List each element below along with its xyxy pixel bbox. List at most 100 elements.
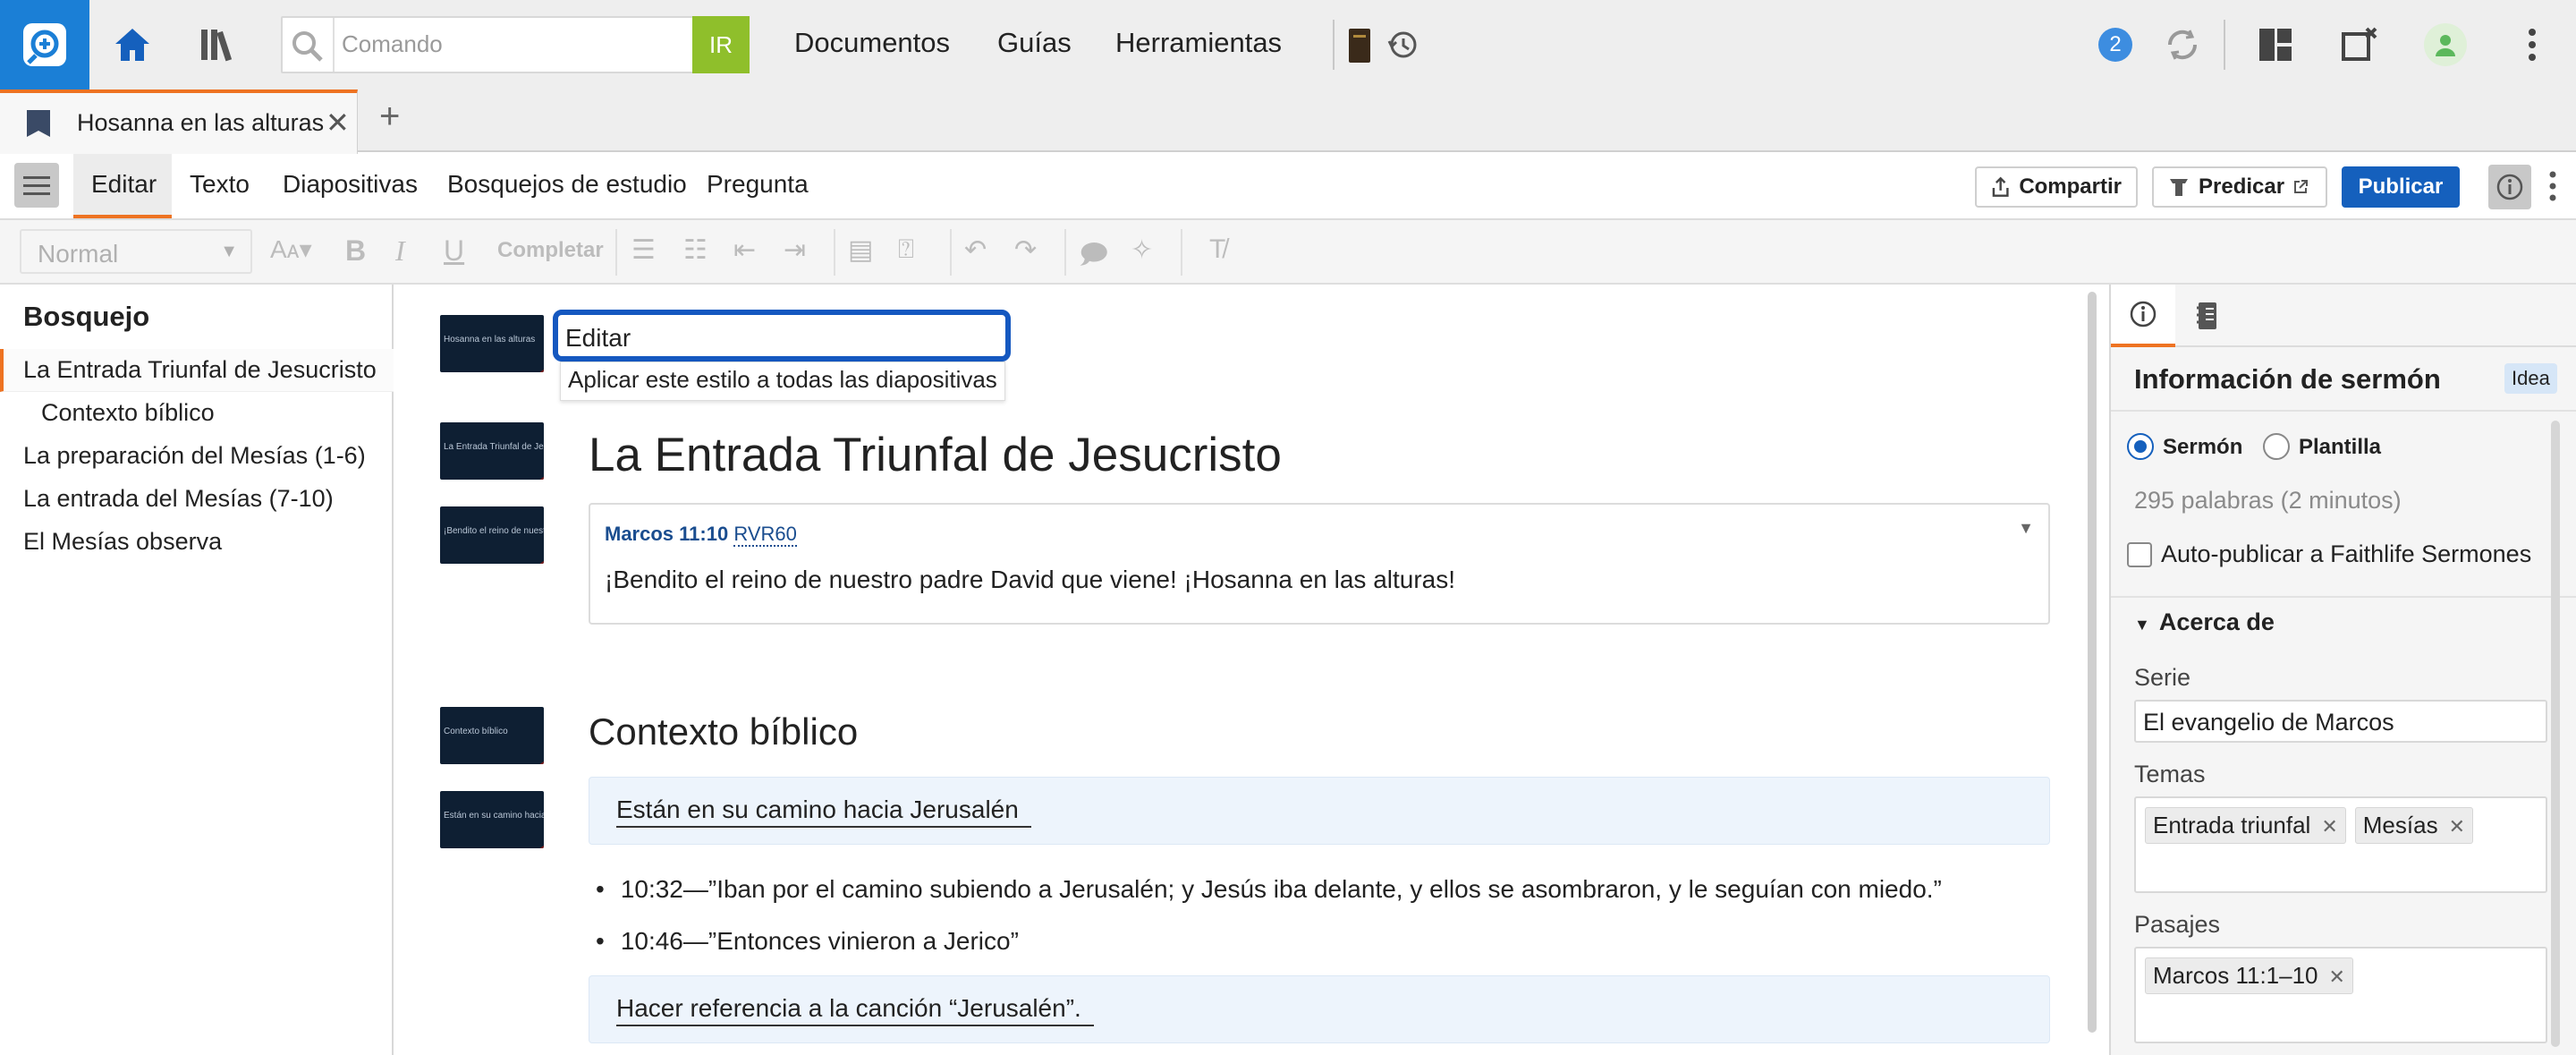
- list-item[interactable]: • 10:32—”Iban por el camino subiendo a Je…: [596, 875, 1942, 904]
- autopublish-label[interactable]: Auto-publicar a Faithlife Sermones: [2161, 540, 2531, 568]
- command-search[interactable]: Comando IR: [281, 16, 750, 73]
- scripture-reference[interactable]: Marcos 11:10 RVR60: [605, 523, 797, 547]
- topic-tag[interactable]: Entrada triunfal ✕: [2145, 807, 2346, 844]
- outline-item[interactable]: La entrada del Mesías (7-10): [23, 485, 334, 513]
- outline-item[interactable]: La preparación del Mesías (1-6): [23, 442, 366, 470]
- slide-thumbnail[interactable]: Están en su camino hacia Jerusalén: [440, 791, 544, 848]
- sync-icon[interactable]: [2161, 23, 2204, 66]
- list-item[interactable]: • 10:46—”Entonces vinieron a Jerico”: [596, 927, 1019, 956]
- info-icon: [2130, 301, 2157, 328]
- book-icon[interactable]: [1347, 27, 1372, 64]
- menu-editar[interactable]: Editar: [91, 170, 157, 199]
- scripture-block[interactable]: Marcos 11:10 RVR60 ▼ ¡Bendito el reino d…: [589, 503, 2050, 625]
- panel-more-icon[interactable]: [2542, 168, 2563, 204]
- notifications-badge[interactable]: 2: [2098, 28, 2132, 62]
- add-tab-icon[interactable]: +: [379, 97, 400, 137]
- remove-tag-icon[interactable]: ✕: [2329, 966, 2345, 988]
- list-item-text[interactable]: 10:32—”Iban por el camino subiendo a Jer…: [621, 875, 1942, 903]
- bullet-list-icon[interactable]: ☰: [631, 234, 656, 266]
- editor-scrollbar[interactable]: [2088, 292, 2097, 1033]
- radio-template[interactable]: [2263, 433, 2290, 460]
- highlight-point[interactable]: Están en su camino hacia Jerusalén: [589, 777, 2050, 845]
- series-field[interactable]: El evangelio de Marcos: [2134, 700, 2547, 743]
- publish-button[interactable]: Publicar: [2342, 166, 2460, 208]
- tab-notes[interactable]: [2175, 285, 2240, 347]
- nav-herramientas[interactable]: Herramientas: [1115, 27, 1282, 59]
- info-icon[interactable]: [2488, 165, 2531, 209]
- slide-thumbnail[interactable]: ¡Bendito el reino de nuestro padre: [440, 506, 544, 564]
- underline-icon[interactable]: U: [444, 234, 464, 268]
- nav-documentos[interactable]: Documentos: [794, 27, 950, 59]
- undo-icon[interactable]: ↶: [964, 234, 987, 266]
- paragraph-style-select[interactable]: Normal ▼: [20, 229, 252, 274]
- slide-thumbnail[interactable]: Hosanna en las alturas: [440, 315, 544, 372]
- layout-icon[interactable]: [2256, 25, 2295, 64]
- redo-icon[interactable]: ↷: [1014, 234, 1037, 266]
- outline-item[interactable]: Contexto bíblico: [41, 399, 215, 427]
- panel-scrollbar[interactable]: [2551, 421, 2560, 1047]
- close-panels-icon[interactable]: [2338, 23, 2381, 66]
- preach-button[interactable]: Predicar: [2152, 166, 2327, 208]
- radio-sermon[interactable]: [2127, 433, 2154, 460]
- library-icon[interactable]: [195, 23, 242, 66]
- font-size-icon[interactable]: Aᴀ▾: [270, 234, 312, 264]
- topic-tag[interactable]: Mesías ✕: [2354, 807, 2474, 844]
- complete-button[interactable]: Completar: [497, 238, 604, 263]
- outdent-icon[interactable]: ⇤: [733, 234, 756, 266]
- search-input[interactable]: Comando: [342, 30, 443, 58]
- menu-pregunta[interactable]: Pregunta: [707, 170, 809, 199]
- history-icon[interactable]: [1385, 27, 1420, 63]
- numbered-list-icon[interactable]: ☷: [683, 234, 708, 266]
- highlight-text[interactable]: Hacer referencia a la canción “Jerusalén…: [616, 994, 1094, 1026]
- user-avatar-icon[interactable]: [2424, 23, 2467, 66]
- menu-diapositivas[interactable]: Diapositivas: [283, 170, 418, 199]
- topics-field[interactable]: Entrada triunfal ✕ Mesías ✕: [2134, 796, 2547, 893]
- slide-thumb-text: La Entrada Triunfal de Jesucristo: [444, 442, 544, 452]
- idea-badge[interactable]: Idea: [2504, 363, 2557, 394]
- chevron-down-icon[interactable]: ▼: [2018, 519, 2034, 538]
- add-slide-icon[interactable]: ✧: [1131, 234, 1153, 266]
- section-heading[interactable]: La Entrada Triunfal de Jesucristo: [589, 428, 1282, 482]
- logos-logo-icon[interactable]: [0, 0, 89, 89]
- indent-icon[interactable]: ⇥: [784, 234, 806, 266]
- more-menu-icon[interactable]: [2519, 25, 2546, 64]
- clear-format-icon[interactable]: T̸: [1209, 234, 1225, 265]
- remove-tag-icon[interactable]: ✕: [2449, 815, 2465, 838]
- tab-info[interactable]: [2111, 285, 2175, 347]
- slide-thumbnail[interactable]: Contexto bíblico: [440, 707, 544, 764]
- remove-tag-icon[interactable]: ✕: [2321, 815, 2337, 838]
- slide-title-input[interactable]: Editar: [553, 310, 1011, 362]
- menu-bosquejos[interactable]: Bosquejos de estudio: [447, 170, 687, 199]
- go-button[interactable]: IR: [692, 16, 750, 73]
- autopublish-checkbox[interactable]: [2127, 542, 2152, 567]
- italic-icon[interactable]: I: [395, 234, 405, 268]
- hamburger-icon[interactable]: [14, 163, 59, 208]
- highlight-text[interactable]: Están en su camino hacia Jerusalén: [616, 796, 1031, 828]
- apply-style-option[interactable]: Aplicar este estilo a todas las diaposit…: [560, 362, 1005, 401]
- list-item-text[interactable]: 10:46—”Entonces vinieron a Jerico”: [621, 927, 1019, 955]
- menu-texto[interactable]: Texto: [190, 170, 250, 199]
- block-icon[interactable]: ▤: [848, 234, 873, 266]
- verse-text[interactable]: ¡Bendito el reino de nuestro padre David…: [605, 566, 1455, 594]
- question-block-icon[interactable]: ⍰: [898, 234, 914, 265]
- passages-field[interactable]: Marcos 11:1–10 ✕: [2134, 947, 2547, 1043]
- nav-guias[interactable]: Guías: [997, 27, 1072, 59]
- verse-ref[interactable]: Marcos 11:10: [605, 523, 728, 545]
- bold-icon[interactable]: B: [345, 234, 366, 268]
- home-icon[interactable]: [109, 23, 156, 66]
- close-icon[interactable]: ✕: [326, 106, 350, 140]
- radio-template-label[interactable]: Plantilla: [2299, 435, 2381, 460]
- passage-tag[interactable]: Marcos 11:1–10 ✕: [2145, 957, 2353, 994]
- outline-item[interactable]: La Entrada Triunfal de Jesucristo: [23, 356, 377, 384]
- document-tab[interactable]: Hosanna en las alturas ✕: [0, 89, 358, 154]
- slide-thumb-text: Están en su camino hacia Jerusalén: [444, 811, 544, 821]
- outline-item[interactable]: El Mesías observa: [23, 528, 222, 556]
- share-button[interactable]: Compartir: [1975, 166, 2138, 208]
- add-comment-icon[interactable]: 🗩: [1079, 234, 1108, 280]
- slide-thumbnail[interactable]: La Entrada Triunfal de Jesucristo: [440, 422, 544, 480]
- section-heading[interactable]: Contexto bíblico: [589, 710, 858, 753]
- highlight-point[interactable]: Hacer referencia a la canción “Jerusalén…: [589, 975, 2050, 1043]
- bible-version[interactable]: RVR60: [733, 523, 797, 547]
- radio-sermon-label[interactable]: Sermón: [2163, 435, 2242, 460]
- about-section-toggle[interactable]: ▼ Acerca de: [2134, 608, 2275, 636]
